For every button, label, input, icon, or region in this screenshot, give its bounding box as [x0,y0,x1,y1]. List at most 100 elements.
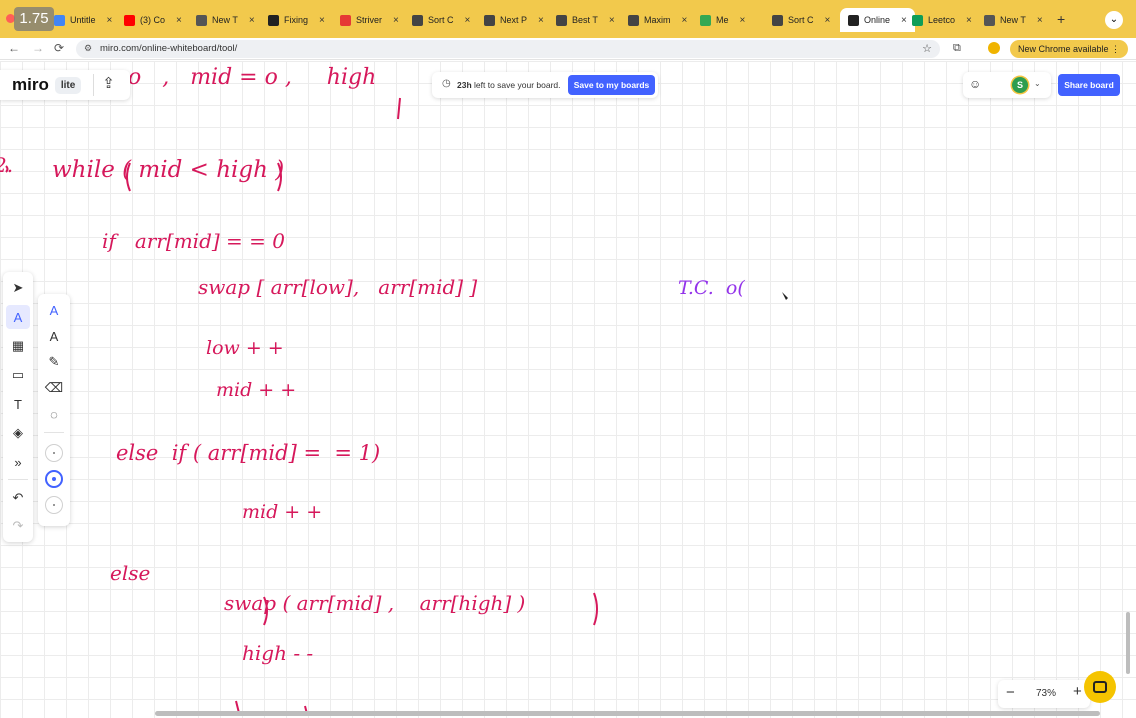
zoom-out-icon[interactable]: − [1006,684,1015,701]
shapes-icon[interactable]: ◈ [6,421,30,445]
address-bar: ← → ⟳ ⚙ miro.com/online-whiteboard/tool/… [0,38,1136,60]
tab-close-icon[interactable]: × [740,15,746,26]
new-chrome-available-button[interactable]: New Chrome available ⋮ [1010,40,1129,58]
browser-tab-strip: 1.75 Untitle × (3) Co × New T × Fixing × Striver… [0,0,1136,38]
browser-tab[interactable]: Sort C × [772,9,830,31]
board-line-mid-inc-2: mid + + [242,501,323,523]
pen-tool-icon[interactable]: A [6,305,30,329]
lite-badge: lite [54,76,82,94]
tab-close-icon[interactable]: × [901,15,907,26]
zoom-level[interactable]: 73% [1036,688,1056,699]
tab-close-icon[interactable]: × [393,15,399,26]
browser-tab[interactable]: Maxim × [628,9,687,31]
tab-label: Sort C [788,15,814,25]
reactions-icon[interactable]: ☺ [969,77,981,91]
vertical-scrollbar[interactable] [1126,612,1130,674]
help-chat-button[interactable] [1084,671,1116,703]
browser-tab[interactable]: Fixing × [268,9,325,31]
browser-tab[interactable]: Leetco × [912,9,972,31]
playback-speed-badge: 1.75 [14,7,54,31]
tab-close-icon[interactable]: × [176,15,182,26]
templates-icon[interactable]: ▦ [6,334,30,358]
zoom-controls: − 73% + [998,680,1090,708]
eraser-icon[interactable]: ⌫ [42,376,66,400]
tab-label: Leetco [928,15,956,25]
smart-drawing-icon[interactable]: ✎ [42,350,66,374]
tab-favicon-icon [484,14,495,26]
whiteboard-canvas[interactable]: o , mid = o , high 2. while ( mid < high… [0,61,1136,718]
more-tools-icon[interactable]: » [6,450,30,474]
browser-tab[interactable]: (3) Co × [124,9,182,31]
browser-tab[interactable]: Best T × [556,9,615,31]
tab-label: Fixing [284,15,309,25]
browser-tab[interactable]: Sort C × [412,9,470,31]
ink-stroke [593,592,598,626]
bookmark-star-icon[interactable]: ☆ [922,42,932,55]
browser-tab[interactable]: New T × [984,9,1043,31]
tab-label: Maxim [644,15,671,25]
tab-search-button[interactable]: ⌄ [1105,11,1123,29]
save-to-my-boards-button[interactable]: Save to my boards [568,75,655,95]
board-line-top: o , mid = o , high [128,65,377,90]
board-line-mid-inc-1: mid + + [216,379,297,401]
pen-icon[interactable]: A [42,298,66,322]
zoom-in-icon[interactable]: + [1073,683,1082,700]
undo-icon[interactable]: ↶ [6,486,30,510]
browser-tab[interactable]: Next P × [484,9,544,31]
url-field[interactable]: ⚙ miro.com/online-whiteboard/tool/ ☆ [76,40,940,58]
tab-close-icon[interactable]: × [249,15,255,26]
miro-logo[interactable]: miro [12,75,49,95]
tab-label: (3) Co [140,15,166,25]
extensions-icon[interactable]: ⧉ [953,42,961,55]
tab-favicon-icon [54,14,65,26]
tab-close-icon[interactable]: × [682,15,688,26]
stroke-size-medium[interactable] [45,470,63,488]
save-time: 23h [457,80,472,90]
tab-close-icon[interactable]: × [1037,15,1043,26]
horizontal-scrollbar[interactable] [155,711,1100,716]
tab-close-icon[interactable]: × [825,15,831,26]
toolbar-divider [8,479,28,480]
reload-icon[interactable]: ⟳ [54,41,64,55]
avatar[interactable]: S [1012,77,1028,93]
save-board-banner: ◷ 23h left to save your board. Save to m… [432,72,658,98]
forward-icon[interactable]: → [32,41,44,55]
board-line-swap-high: swap ( arr[mid] , arr[high] ) [224,591,526,615]
tab-close-icon[interactable]: × [319,15,325,26]
board-line-low-inc: low + + [206,337,284,359]
lasso-icon[interactable]: ◌ [42,402,66,426]
board-line-else: else [110,561,151,585]
cursor-icon [782,292,788,300]
tab-favicon-icon [556,14,567,26]
board-line-swap-low: swap [ arr[low], arr[mid] ] [198,275,478,299]
browser-tab[interactable]: New T × [196,9,255,31]
tab-close-icon[interactable]: × [966,15,972,26]
share-board-button[interactable]: Share board [1058,74,1120,96]
new-tab-button[interactable]: + [1057,11,1065,27]
upload-icon: ⇪ [102,75,115,92]
tab-favicon-icon [412,14,423,26]
ink-stroke [397,97,401,120]
stroke-size-small[interactable] [45,444,63,462]
tab-close-icon[interactable]: × [609,15,615,26]
redo-icon[interactable]: ↷ [6,514,30,538]
text-tool-icon[interactable]: T [6,392,30,416]
tab-close-icon[interactable]: × [107,15,113,26]
chevron-down-icon[interactable]: ⌄ [1034,79,1041,88]
stroke-size-large[interactable] [45,496,63,514]
browser-tab[interactable]: Me × [700,9,745,31]
browser-tab[interactable]: Online × [840,8,915,32]
profile-icon[interactable] [988,42,1000,54]
board-line-time-complexity: T.C. o( [678,277,745,299]
export-button[interactable]: ⇪ [93,74,115,96]
back-icon[interactable]: ← [8,41,20,55]
site-settings-icon[interactable]: ⚙ [84,43,92,54]
sticky-note-icon[interactable]: ▭ [6,363,30,387]
tab-close-icon[interactable]: × [465,15,471,26]
browser-tab[interactable]: Striver × [340,9,399,31]
tab-label: Sort C [428,15,454,25]
tab-close-icon[interactable]: × [538,15,544,26]
highlighter-icon[interactable]: A [42,324,66,348]
browser-tab[interactable]: Untitle × [54,9,112,31]
select-tool-icon[interactable]: ➤ [6,276,30,300]
